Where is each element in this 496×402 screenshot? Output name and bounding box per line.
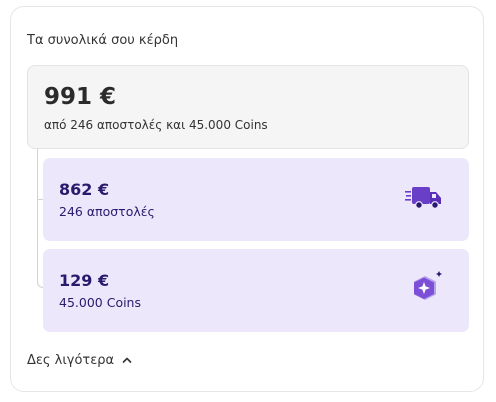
coins-earnings-item: 129 € 45.000 Coins: [43, 249, 469, 332]
coins-amount: 129 €: [59, 271, 110, 290]
total-amount: 991 €: [44, 84, 117, 110]
coins-count: 45.000 Coins: [59, 295, 141, 310]
total-earnings-box: 991 € από 246 αποστολές και 45.000 Coins: [27, 65, 469, 149]
coins-icon: [405, 267, 445, 311]
see-less-button[interactable]: Δες λιγότερα: [27, 353, 132, 368]
earnings-card: Τα συνολικά σου κέρδη 991 € από 246 αποσ…: [10, 6, 484, 392]
earnings-heading: Τα συνολικά σου κέρδη: [27, 33, 179, 48]
shipments-amount: 862 €: [59, 180, 110, 199]
shipments-count: 246 αποστολές: [59, 204, 155, 219]
shipments-earnings-item: 862 € 246 αποστολές: [43, 158, 469, 241]
see-less-label: Δες λιγότερα: [27, 353, 115, 368]
delivery-truck-icon: [405, 184, 445, 216]
chevron-up-icon: [122, 353, 132, 368]
total-subtitle: από 246 αποστολές και 45.000 Coins: [44, 118, 268, 132]
